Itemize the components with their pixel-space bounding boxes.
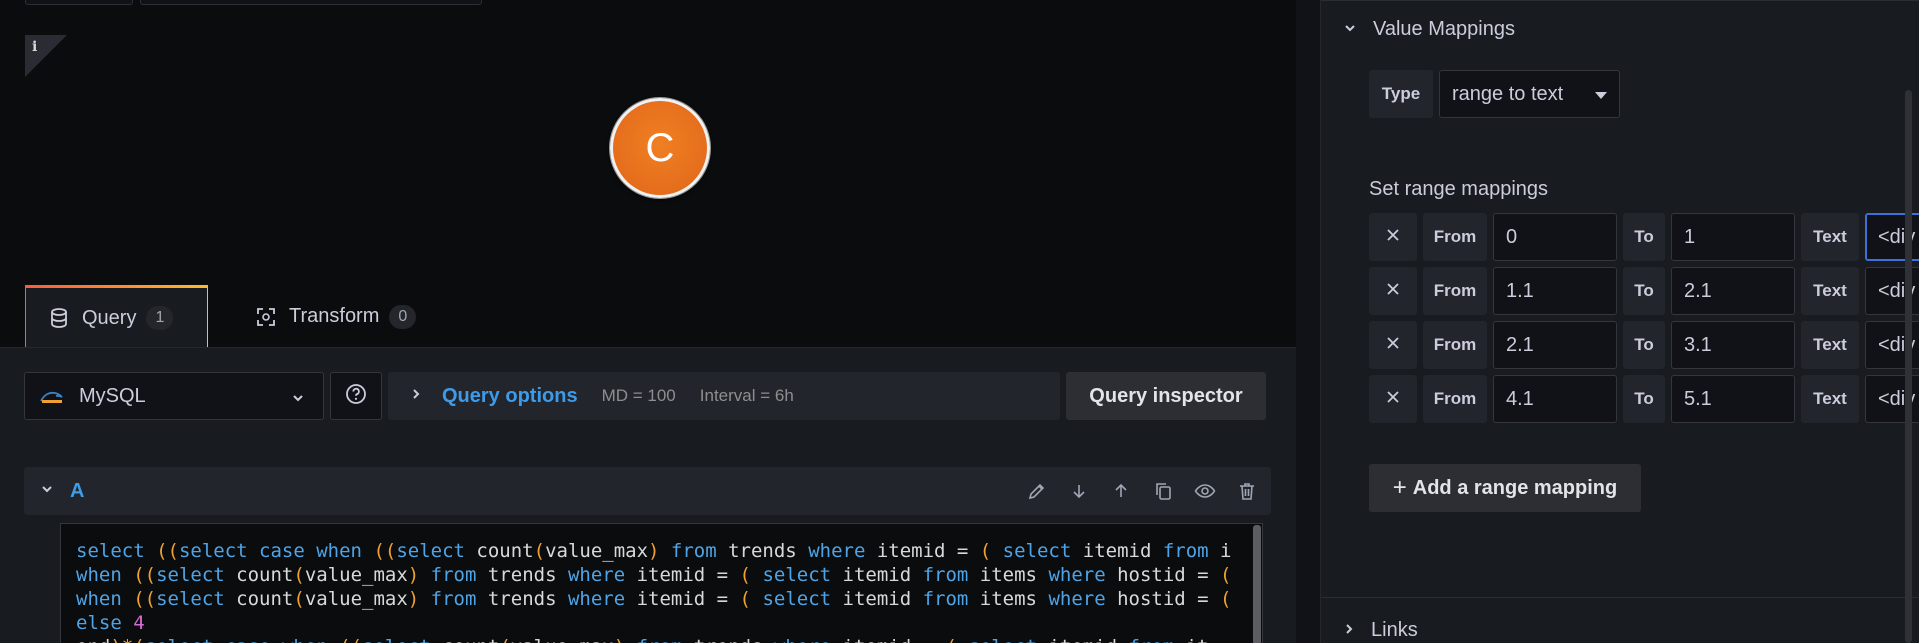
from-input[interactable]: 2.1 — [1493, 321, 1617, 369]
range-mapping-row: From 4.1 To 5.1 Text <div ... — [1369, 375, 1919, 423]
range-mapping-row: From 0 To 1 Text <div st — [1369, 213, 1919, 261]
add-range-mapping-button[interactable]: + Add a range mapping — [1369, 464, 1641, 512]
close-icon — [1386, 336, 1400, 355]
arrow-down-icon[interactable] — [1067, 479, 1091, 503]
remove-mapping-button[interactable] — [1369, 375, 1417, 423]
to-input[interactable]: 2.1 — [1671, 267, 1795, 315]
transform-icon — [255, 306, 277, 328]
mapping-type-value: range to text — [1452, 82, 1564, 105]
close-icon — [1386, 228, 1400, 247]
from-label: From — [1423, 375, 1487, 423]
close-icon — [1386, 282, 1400, 301]
from-label: From — [1423, 213, 1487, 261]
to-label: To — [1623, 321, 1665, 369]
range-mapping-row: From 1.1 To 2.1 Text <div ... — [1369, 267, 1919, 315]
sql-code-editor[interactable]: select ((select case when ((select count… — [60, 523, 1263, 643]
editor-scrollbar[interactable] — [1253, 525, 1261, 643]
pane-splitter[interactable] — [1296, 0, 1320, 643]
tab-transform[interactable]: Transform 0 — [255, 285, 417, 348]
editor-tabs: Query 1 Transform 0 — [0, 285, 1296, 348]
tab-transform-label: Transform — [289, 305, 380, 327]
chevron-right-icon — [410, 387, 422, 406]
chevron-down-icon[interactable] — [40, 482, 54, 501]
from-label: From — [1423, 267, 1487, 315]
options-scrollbar[interactable] — [1905, 90, 1912, 643]
to-label: To — [1623, 267, 1665, 315]
options-pane: Value Mappings Type range to text Set ra… — [1320, 0, 1919, 643]
close-icon — [1386, 390, 1400, 409]
text-label: Text — [1801, 267, 1859, 315]
to-input[interactable]: 1 — [1671, 213, 1795, 261]
chevron-right-icon — [1343, 619, 1355, 642]
from-input[interactable]: 4.1 — [1493, 375, 1617, 423]
to-label: To — [1623, 213, 1665, 261]
add-range-mapping-label: Add a range mapping — [1412, 476, 1618, 499]
toolbar-control-stub[interactable] — [25, 0, 133, 5]
tab-query[interactable]: Query 1 — [25, 285, 208, 348]
datasource-help-button[interactable] — [330, 372, 382, 420]
info-icon: i — [32, 39, 38, 55]
chevron-down-icon — [291, 388, 305, 411]
remove-mapping-button[interactable] — [1369, 267, 1417, 315]
panel-editor-main: i C Query 1 Transform 0 MySQL Query opti… — [0, 0, 1296, 643]
query-interval: Interval = 6h — [699, 386, 794, 405]
grafana-panel-editor: i C Query 1 Transform 0 MySQL Query opti… — [0, 0, 1919, 643]
datasource-picker[interactable]: MySQL — [24, 372, 324, 420]
query-row-actions — [1025, 479, 1259, 503]
tab-query-count: 1 — [146, 306, 174, 330]
question-circle-icon — [345, 383, 367, 410]
to-input[interactable]: 5.1 — [1671, 375, 1795, 423]
remove-mapping-button[interactable] — [1369, 321, 1417, 369]
toolbar-field-stub[interactable] — [140, 0, 482, 5]
plus-icon: + — [1392, 474, 1407, 501]
code-line[interactable]: select ((select case when ((select count… — [76, 539, 1262, 563]
value-mappings-header[interactable]: Value Mappings — [1343, 18, 1515, 41]
max-data-points: MD = 100 — [601, 386, 676, 405]
type-label: Type — [1369, 70, 1433, 118]
links-section-header[interactable]: Links — [1343, 619, 1418, 642]
section-divider — [1321, 0, 1919, 1]
pencil-icon[interactable] — [1025, 479, 1049, 503]
eye-icon[interactable] — [1193, 479, 1217, 503]
query-row-header[interactable]: A — [24, 467, 1271, 515]
trash-icon[interactable] — [1235, 479, 1259, 503]
copy-icon[interactable] — [1151, 479, 1175, 503]
panel-preview-avatar: C — [610, 98, 710, 198]
code-line[interactable]: end)*(select case when ((select count(va… — [76, 635, 1262, 643]
caret-down-icon — [1595, 92, 1607, 99]
text-label: Text — [1801, 375, 1859, 423]
mysql-logo-icon — [39, 388, 65, 404]
range-mapping-row: From 2.1 To 3.1 Text <div ... — [1369, 321, 1919, 369]
links-title: Links — [1371, 619, 1418, 641]
from-input[interactable]: 0 — [1493, 213, 1617, 261]
tab-transform-count: 0 — [389, 304, 417, 329]
from-input[interactable]: 1.1 — [1493, 267, 1617, 315]
section-divider — [1321, 597, 1919, 598]
database-icon — [48, 307, 70, 329]
query-inspector-button[interactable]: Query inspector — [1066, 372, 1266, 420]
code-line[interactable]: else 4 — [76, 611, 1262, 635]
chevron-down-icon — [1343, 18, 1357, 41]
value-mappings-title: Value Mappings — [1373, 18, 1515, 40]
to-input[interactable]: 3.1 — [1671, 321, 1795, 369]
query-options-label: Query options — [442, 384, 578, 407]
from-label: From — [1423, 321, 1487, 369]
query-ref-id[interactable]: A — [70, 480, 84, 503]
to-label: To — [1623, 375, 1665, 423]
query-options-toggle[interactable]: Query options MD = 100 Interval = 6h — [388, 372, 1060, 420]
datasource-name: MySQL — [79, 384, 146, 407]
text-label: Text — [1801, 321, 1859, 369]
code-line[interactable]: when ((select count(value_max) from tren… — [76, 587, 1262, 611]
arrow-up-icon[interactable] — [1109, 479, 1133, 503]
set-range-mappings-label: Set range mappings — [1369, 178, 1549, 200]
code-line[interactable]: when ((select count(value_max) from tren… — [76, 563, 1262, 587]
tab-query-label: Query — [82, 306, 137, 329]
mapping-type-select[interactable]: range to text — [1439, 70, 1620, 118]
remove-mapping-button[interactable] — [1369, 213, 1417, 261]
text-label: Text — [1801, 213, 1859, 261]
